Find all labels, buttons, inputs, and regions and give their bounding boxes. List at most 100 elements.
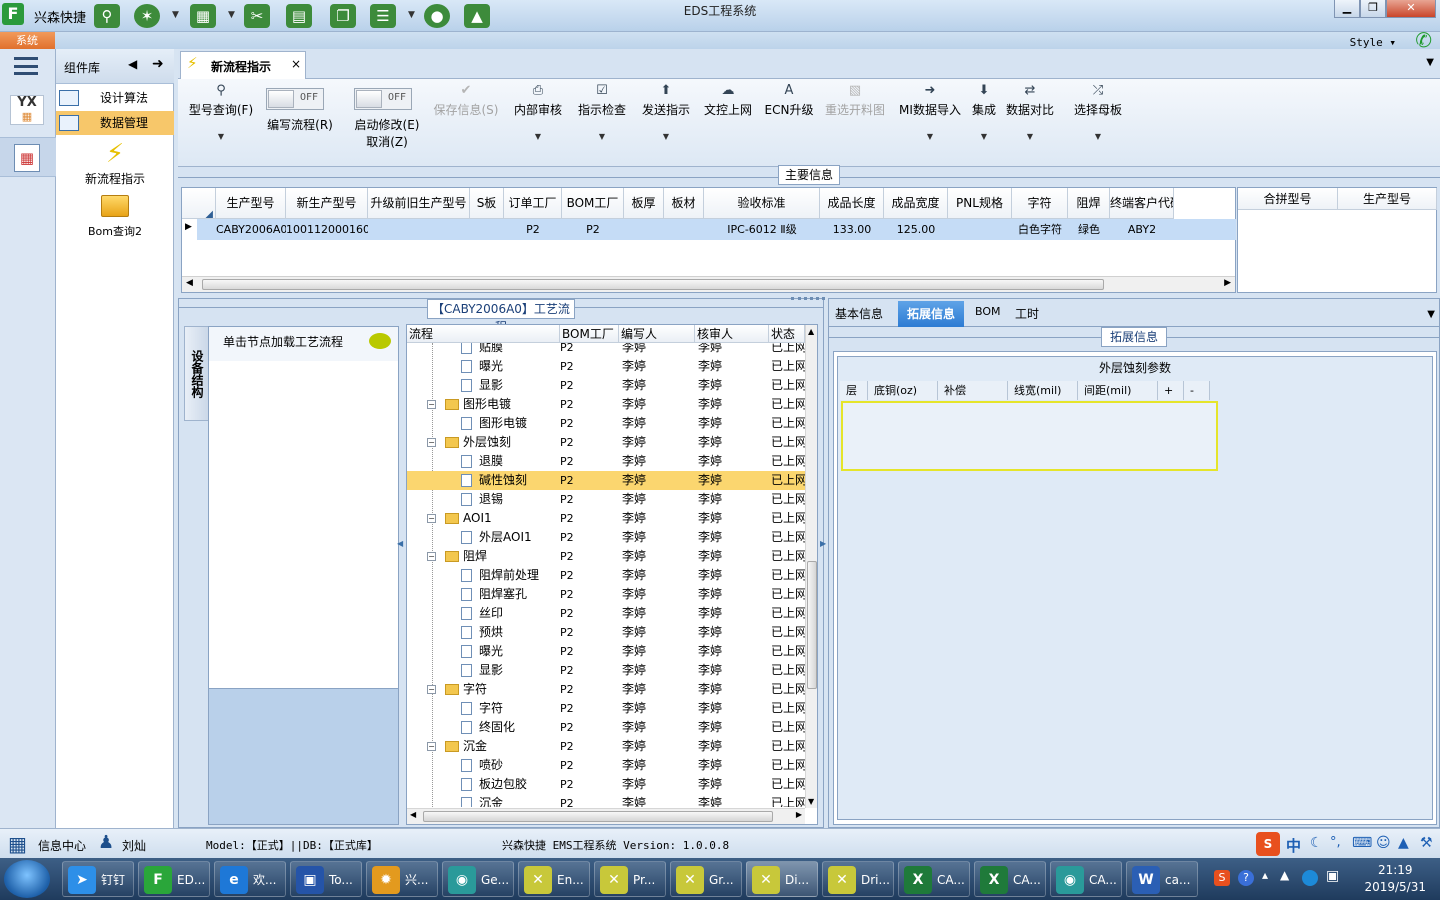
taskbar-item[interactable]: ◉ Ge... [442, 861, 514, 897]
chart-icon[interactable]: ▲ [464, 4, 490, 28]
taskbar-item[interactable]: ✕ Gr... [670, 861, 742, 897]
column-header[interactable]: 成品宽度 [884, 188, 948, 219]
column-header[interactable]: 生产型号 [216, 188, 286, 219]
tree-row[interactable]: 贴膜 P2 李婷 李婷 已上网 [407, 343, 805, 357]
tree-row[interactable]: − 外层蚀刻 P2 李婷 李婷 已上网 [407, 433, 805, 452]
column-header[interactable]: BOM工厂 [560, 325, 619, 343]
taskbar-item[interactable]: e 欢... [214, 861, 286, 897]
clock[interactable]: 21:19 2019/5/31 [1364, 862, 1426, 896]
ribbon-button-4[interactable]: ☁ 文控上网 [700, 83, 756, 118]
shirt-icon[interactable]: ▲ [1398, 835, 1409, 851]
collapse-right-icon[interactable]: ▶ [820, 539, 826, 548]
new-flow-instruction-item[interactable]: ⚡ 新流程指示 [56, 138, 174, 188]
start-button[interactable] [4, 860, 50, 898]
column-header[interactable]: 流程 [407, 325, 560, 343]
taskbar-item[interactable]: ▣ To... [290, 861, 362, 897]
type-query-button[interactable]: ⚲ 型号查询(F) ▼ [186, 83, 256, 141]
scroll-thumb[interactable] [202, 279, 1104, 290]
film-icon[interactable]: ▤ [286, 4, 312, 28]
tree-row[interactable]: 预烘 P2 李婷 李婷 已上网 [407, 623, 805, 642]
tree-row[interactable]: 终固化 P2 李婷 李婷 已上网 [407, 718, 805, 737]
component-item-data-management[interactable]: 数据管理 [56, 111, 174, 135]
edit-flow-toggle[interactable]: OFF [266, 88, 324, 110]
chevron-down-icon[interactable]: ▼ [172, 10, 179, 20]
column-header[interactable]: 阻焊 [1068, 188, 1110, 219]
emoji-icon[interactable]: ☺ [1376, 835, 1391, 851]
sogou-icon[interactable]: S [1256, 832, 1280, 856]
search-icon[interactable]: ⚲ [94, 4, 120, 28]
collapse-toggle-icon[interactable]: − [427, 514, 436, 523]
style-menu[interactable]: Style ▾ [1350, 36, 1396, 49]
column-header[interactable]: 新生产型号 [286, 188, 368, 219]
tree-row[interactable]: − 图形电镀 P2 李婷 李婷 已上网 [407, 395, 805, 414]
column-header[interactable]: PNL规格 [948, 188, 1012, 219]
etch-column-header[interactable]: 线宽(mil) [1008, 381, 1078, 400]
scissors-icon[interactable]: ✂ [244, 4, 270, 28]
collapse-toggle-icon[interactable]: − [427, 742, 436, 751]
tab-extended-info[interactable]: 拓展信息 [898, 301, 964, 327]
column-header[interactable]: 板厚 [624, 188, 664, 219]
tree-row[interactable]: 喷砂 P2 李婷 李婷 已上网 [407, 756, 805, 775]
sogou-tray-icon[interactable]: S [1214, 870, 1230, 886]
tab-list-dropdown-icon[interactable]: ▼ [1427, 309, 1435, 320]
taskbar-item[interactable]: ➤ 钉钉 [62, 861, 134, 897]
column-header[interactable]: 板材 [664, 188, 704, 219]
tree-row[interactable]: − AOI1 P2 李婷 李婷 已上网 [407, 509, 805, 528]
taskbar-item[interactable]: ✕ Dri... [822, 861, 894, 897]
taskbar-item[interactable]: Wca... [1126, 861, 1198, 897]
tree-row[interactable]: 显影 P2 李婷 李婷 已上网 [407, 376, 805, 395]
tree-row[interactable]: 丝印 P2 李婷 李婷 已上网 [407, 604, 805, 623]
punctuation-icon[interactable]: °, [1330, 835, 1341, 850]
monitor-tray-icon[interactable]: ▣ [1326, 868, 1339, 884]
tree-row[interactable]: 字符 P2 李婷 李婷 已上网 [407, 699, 805, 718]
etch-column-header[interactable]: 补偿 [938, 381, 1008, 400]
scroll-right-icon[interactable]: ▶ [796, 810, 802, 819]
etch-column-header[interactable]: 层 [840, 381, 868, 400]
tree-row[interactable]: 阻焊前处理 P2 李婷 李婷 已上网 [407, 566, 805, 585]
tree-row[interactable]: 阻焊塞孔 P2 李婷 李婷 已上网 [407, 585, 805, 604]
taskbar-item[interactable]: X CA... [974, 861, 1046, 897]
scroll-left-icon[interactable]: ◀ [410, 810, 416, 819]
etch-column-header[interactable]: + [1158, 381, 1184, 400]
moon-icon[interactable]: ☾ [1310, 835, 1323, 851]
ribbon-button-8[interactable]: ⬇ 集成 ▼ [964, 83, 1004, 141]
tree-row[interactable]: 曝光 P2 李婷 李婷 已上网 [407, 642, 805, 661]
column-header[interactable]: 终端客户代码 [1110, 188, 1174, 219]
collapse-left-icon[interactable]: ◀ [128, 57, 137, 71]
ribbon-button-10[interactable]: ⤮ 选择母板 ▼ [1068, 83, 1128, 141]
ime-language[interactable]: 中 [1286, 835, 1301, 856]
pin-icon[interactable]: ➜ [152, 56, 164, 72]
ribbon-button-1[interactable]: ⎙ 内部审核 ▼ [510, 83, 566, 141]
tab-basic-info[interactable]: 基本信息 [835, 305, 883, 322]
collapse-toggle-icon[interactable]: − [427, 552, 436, 561]
tree-row[interactable]: 显影 P2 李婷 李婷 已上网 [407, 661, 805, 680]
collapse-toggle-icon[interactable]: − [427, 685, 436, 694]
scroll-left-icon[interactable]: ◀ [186, 278, 193, 288]
network-tray-icon[interactable] [1302, 870, 1318, 886]
column-header[interactable]: 编写人 [619, 325, 695, 343]
column-header[interactable]: 验收标准 [704, 188, 820, 219]
ribbon-button-9[interactable]: ⇄ 数据对比 ▼ [1004, 83, 1056, 141]
tab-bom[interactable]: BOM [975, 305, 1001, 318]
taskbar-item[interactable]: ✕ En... [518, 861, 590, 897]
column-header[interactable]: 升级前旧生产型号 [368, 188, 470, 219]
help-tray-icon[interactable]: ? [1238, 870, 1254, 886]
copy-icon[interactable]: ❐ [330, 4, 356, 28]
tree-row[interactable]: 板边包胶 P2 李婷 李婷 已上网 [407, 775, 805, 794]
taskbar-item[interactable]: ◉ CA... [1050, 861, 1122, 897]
column-header[interactable]: 字符 [1012, 188, 1068, 219]
column-header[interactable]: 订单工厂 [504, 188, 562, 219]
column-header[interactable]: 核审人 [695, 325, 769, 343]
bom-query-item[interactable]: Bom查询2 [56, 195, 174, 241]
collapse-left-icon[interactable]: ◀ [397, 539, 403, 548]
tree-row[interactable]: − 阻焊 P2 李婷 李婷 已上网 [407, 547, 805, 566]
tray-expand-icon[interactable]: ▴ [1262, 868, 1268, 882]
wrench-icon[interactable]: ⚒ [1420, 835, 1433, 851]
yx-module-icon[interactable]: YX ▦ [10, 95, 44, 125]
equipment-structure-tab[interactable]: 设备结构 [184, 326, 208, 421]
restore-button[interactable]: ❐ [1360, 0, 1386, 18]
column-header[interactable]: 合拼型号 [1238, 188, 1338, 210]
ribbon-button-5[interactable]: A ECN升级 [760, 83, 818, 118]
splitter-grip[interactable] [791, 297, 825, 300]
tree-row[interactable]: 退锡 P2 李婷 李婷 已上网 [407, 490, 805, 509]
